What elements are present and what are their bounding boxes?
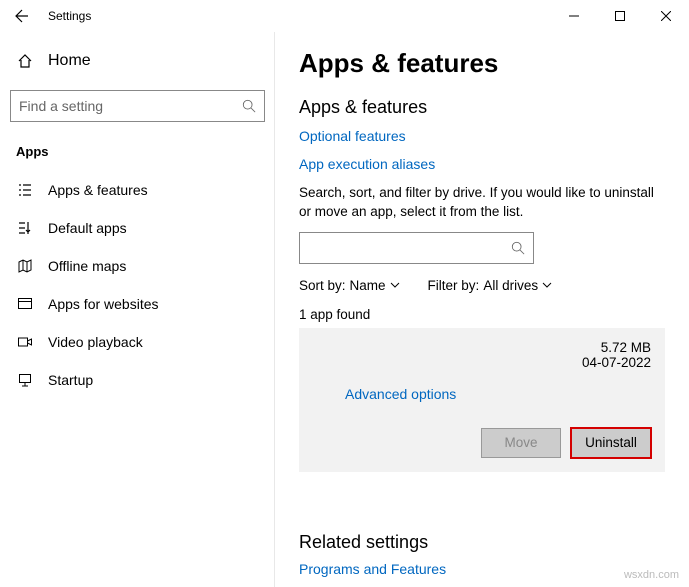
window-title: Settings (48, 9, 91, 23)
search-icon (511, 241, 525, 255)
app-execution-aliases-link[interactable]: App execution aliases (299, 156, 665, 172)
programs-features-link[interactable]: Programs and Features (299, 561, 665, 577)
section-subtitle: Apps & features (299, 97, 665, 118)
page-title: Apps & features (299, 48, 665, 79)
nav-label: Startup (48, 372, 93, 388)
settings-search[interactable] (10, 90, 265, 122)
minimize-button[interactable] (551, 0, 597, 32)
website-icon (16, 295, 34, 313)
sort-by-dropdown[interactable]: Sort by: Name (299, 278, 400, 293)
nav-default-apps[interactable]: Default apps (10, 209, 265, 247)
nav-apps-websites[interactable]: Apps for websites (10, 285, 265, 323)
nav-startup[interactable]: Startup (10, 361, 265, 399)
sort-label: Sort by: (299, 278, 346, 293)
home-icon (16, 52, 34, 70)
sort-value: Name (350, 278, 386, 293)
chevron-down-icon (390, 280, 400, 290)
search-icon (242, 99, 256, 113)
app-date: 04-07-2022 (582, 355, 651, 370)
app-size: 5.72 MB (582, 340, 651, 355)
filter-by-dropdown[interactable]: Filter by: All drives (428, 278, 553, 293)
watermark: wsxdn.com (624, 569, 679, 581)
titlebar: Settings (0, 0, 689, 32)
map-icon (16, 257, 34, 275)
close-button[interactable] (643, 0, 689, 32)
app-search-input[interactable] (308, 240, 511, 256)
move-button: Move (481, 428, 561, 458)
window-controls (551, 0, 689, 32)
nav-apps-features[interactable]: Apps & features (10, 171, 265, 209)
nav-label: Video playback (48, 334, 143, 350)
related-settings-title: Related settings (299, 532, 665, 553)
description-text: Search, sort, and filter by drive. If yo… (299, 184, 665, 222)
startup-icon (16, 371, 34, 389)
chevron-down-icon (542, 280, 552, 290)
list-icon (16, 181, 34, 199)
content-pane: Apps & features Apps & features Optional… (275, 32, 689, 587)
app-card[interactable]: 5.72 MB 04-07-2022 Advanced options Move… (299, 328, 665, 472)
nav-label: Apps for websites (48, 296, 159, 312)
nav-label: Default apps (48, 220, 127, 236)
search-input[interactable] (19, 98, 242, 114)
nav-label: Offline maps (48, 258, 126, 274)
home-label: Home (48, 52, 91, 70)
nav-video-playback[interactable]: Video playback (10, 323, 265, 361)
sidebar: Home Apps Apps & features Default apps O… (0, 32, 275, 587)
back-arrow-icon (14, 8, 30, 24)
home-nav[interactable]: Home (10, 44, 265, 78)
back-button[interactable] (12, 6, 32, 26)
advanced-options-link[interactable]: Advanced options (345, 386, 651, 402)
defaults-icon (16, 219, 34, 237)
close-icon (661, 11, 671, 21)
app-search-box[interactable] (299, 232, 534, 264)
result-count: 1 app found (299, 307, 665, 322)
nav-label: Apps & features (48, 182, 148, 198)
filter-label: Filter by: (428, 278, 480, 293)
video-icon (16, 333, 34, 351)
minimize-icon (569, 11, 579, 21)
maximize-icon (615, 11, 625, 21)
optional-features-link[interactable]: Optional features (299, 128, 665, 144)
nav-offline-maps[interactable]: Offline maps (10, 247, 265, 285)
filter-value: All drives (483, 278, 538, 293)
section-label: Apps (10, 138, 265, 171)
uninstall-button[interactable]: Uninstall (571, 428, 651, 458)
maximize-button[interactable] (597, 0, 643, 32)
